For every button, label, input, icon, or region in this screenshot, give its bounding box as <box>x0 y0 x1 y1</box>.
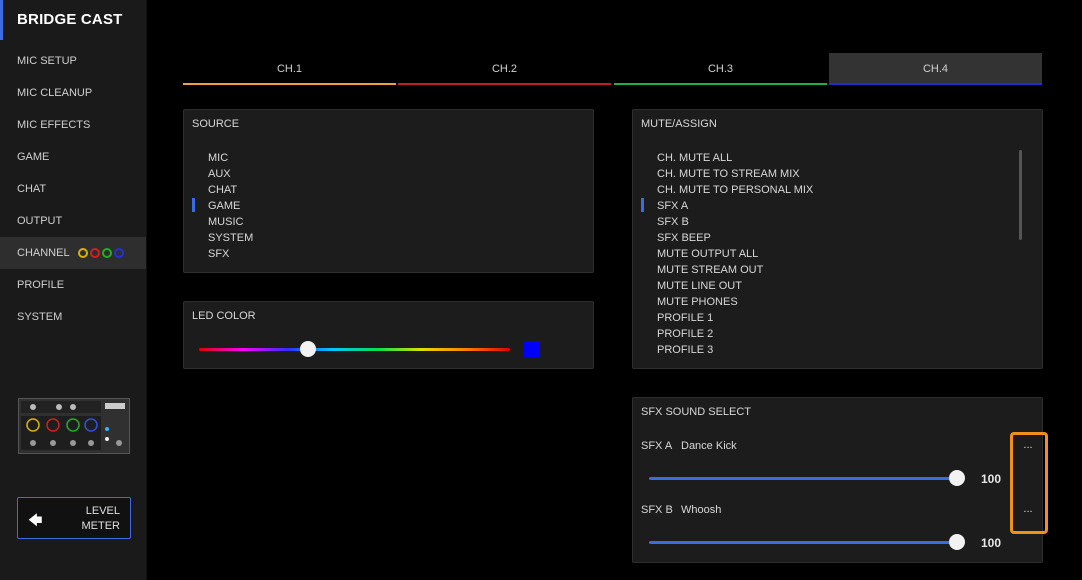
sidebar-item-mic-effects[interactable]: MIC EFFECTS <box>0 109 146 141</box>
mute-assign-scrollbar[interactable] <box>1019 150 1022 240</box>
sidebar-item-mic-cleanup[interactable]: MIC CLEANUP <box>0 77 146 109</box>
assign-option-sfx-b[interactable]: SFX B <box>657 216 689 228</box>
led-color-swatch <box>524 341 540 357</box>
assign-option-mute-output-all[interactable]: MUTE OUTPUT ALL <box>657 248 758 260</box>
sfx-b-volume-slider-track[interactable] <box>649 541 957 544</box>
sfx-a-slot-label: SFX A <box>641 440 673 452</box>
sidebar-item-profile[interactable]: PROFILE <box>0 269 146 301</box>
sfx-b-volume-slider-thumb[interactable] <box>949 534 965 550</box>
led-color-slider-track[interactable] <box>199 348 510 351</box>
sidebar-item-game[interactable]: GAME <box>0 141 146 173</box>
source-option-mic[interactable]: MIC <box>208 152 228 164</box>
sfx-b-volume-value: 100 <box>981 536 1002 550</box>
channel-color-indicators <box>78 237 126 269</box>
assign-option-ch-mute-stream[interactable]: CH. MUTE TO STREAM MIX <box>657 168 800 180</box>
device-image <box>18 398 130 454</box>
sfx-b-sound-name: Whoosh <box>681 504 722 516</box>
channel-2-circle-icon <box>90 248 101 259</box>
sfx-a-volume-slider-thumb[interactable] <box>949 470 965 486</box>
sfx-b-more-button[interactable]: ... <box>1020 503 1036 519</box>
sidebar-item-chat[interactable]: CHAT <box>0 173 146 205</box>
assign-option-ch-mute-personal[interactable]: CH. MUTE TO PERSONAL MIX <box>657 184 813 196</box>
led-color-slider-thumb[interactable] <box>299 341 316 357</box>
led-color-panel: LED COLOR <box>183 301 594 369</box>
channel-1-circle-icon <box>78 248 89 259</box>
assign-option-profile-1[interactable]: PROFILE 1 <box>657 312 713 324</box>
assign-option-mute-line-out[interactable]: MUTE LINE OUT <box>657 280 742 292</box>
sfx-a-volume-slider-track[interactable] <box>649 477 957 480</box>
source-panel: SOURCE MIC AUX CHAT GAME MUSIC SYSTEM SF… <box>183 109 594 273</box>
led-color-title: LED COLOR <box>192 310 256 322</box>
assign-option-ch-mute-all[interactable]: CH. MUTE ALL <box>657 152 732 164</box>
source-option-sfx[interactable]: SFX <box>208 248 229 260</box>
mute-assign-title: MUTE/ASSIGN <box>641 118 717 130</box>
sidebar: BRIDGE CAST MIC SETUP MIC CLEANUP MIC EF… <box>0 0 147 580</box>
tab-ch2[interactable]: CH.2 <box>398 53 611 85</box>
assign-option-profile-2[interactable]: PROFILE 2 <box>657 328 713 340</box>
assign-option-profile-3[interactable]: PROFILE 3 <box>657 344 713 356</box>
source-option-chat[interactable]: CHAT <box>208 184 237 196</box>
sfx-a-more-button[interactable]: ... <box>1020 439 1036 455</box>
sidebar-item-label: CHANNEL <box>17 247 70 259</box>
sidebar-item-mic-setup[interactable]: MIC SETUP <box>0 45 146 77</box>
sidebar-item-system[interactable]: SYSTEM <box>0 301 146 333</box>
sfx-sound-select-panel: SFX SOUND SELECT SFX A Dance Kick 100 ..… <box>632 397 1043 563</box>
channel-4-circle-icon <box>114 248 125 259</box>
sfx-b-slot-label: SFX B <box>641 504 673 516</box>
assign-option-sfx-a[interactable]: SFX A <box>657 200 688 212</box>
source-option-system[interactable]: SYSTEM <box>208 232 253 244</box>
level-meter-label: LEVEL METER <box>81 505 121 532</box>
source-panel-title: SOURCE <box>192 118 240 130</box>
source-option-aux[interactable]: AUX <box>208 168 231 180</box>
sfx-a-volume-value: 100 <box>981 472 1002 486</box>
tab-ch4[interactable]: CH.4 <box>829 53 1042 85</box>
channel-3-circle-icon <box>102 248 113 259</box>
assign-option-sfx-beep[interactable]: SFX BEEP <box>657 232 711 244</box>
tab-ch3[interactable]: CH.3 <box>614 53 827 85</box>
tab-ch1[interactable]: CH.1 <box>183 53 396 85</box>
sfx-a-sound-name: Dance Kick <box>681 440 737 452</box>
sidebar-item-output[interactable]: OUTPUT <box>0 205 146 237</box>
app-title: BRIDGE CAST <box>0 0 146 40</box>
source-option-music[interactable]: MUSIC <box>208 216 243 228</box>
arrow-left-icon: 🡄 <box>28 512 43 528</box>
mute-assign-panel: MUTE/ASSIGN CH. MUTE ALL CH. MUTE TO STR… <box>632 109 1043 369</box>
level-meter-button[interactable]: 🡄 LEVEL METER <box>17 497 131 539</box>
sfx-sound-select-title: SFX SOUND SELECT <box>641 406 752 418</box>
mute-assign-selection-marker <box>641 198 644 212</box>
assign-option-mute-phones[interactable]: MUTE PHONES <box>657 296 738 308</box>
source-selection-marker <box>192 198 195 212</box>
sidebar-item-channel[interactable]: CHANNEL <box>0 237 146 269</box>
assign-option-mute-stream-out[interactable]: MUTE STREAM OUT <box>657 264 763 276</box>
source-option-game[interactable]: GAME <box>208 200 240 212</box>
